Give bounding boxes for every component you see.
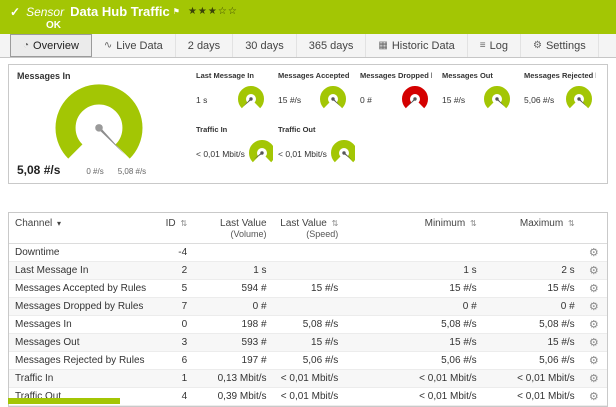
tab-2-days[interactable]: 2 days	[176, 34, 233, 57]
channel-settings-gear-icon[interactable]: ⚙	[581, 298, 607, 316]
chart-icon: ▦	[378, 40, 387, 51]
priority-stars[interactable]: ★★★☆☆	[188, 6, 238, 17]
list-icon: ≡	[480, 40, 486, 51]
channel-settings-gear-icon[interactable]: ⚙	[581, 280, 607, 298]
tab-label: 365 days	[309, 40, 354, 52]
status-check-icon: ✓	[10, 5, 20, 19]
gauge-icon: ◔	[23, 40, 29, 51]
channel-settings-gear-icon[interactable]: ⚙	[581, 334, 607, 352]
tab-label: Overview	[33, 40, 79, 52]
table-row[interactable]: Messages In 0 198 # 5,08 #/s 5,08 #/s 5,…	[9, 316, 607, 334]
table-row[interactable]: Messages Out 3 593 # 15 #/s 15 #/s 15 #/…	[9, 334, 607, 352]
footer-accent-bar	[8, 398, 120, 404]
gauges-panel: Messages In 5,08 #/s 0 #/s 5,08 #/s Last…	[8, 64, 608, 184]
gauge-value: 5,06 #/s	[524, 95, 554, 105]
tab-bar: ◔ Overview ∿ Live Data 2 days 30 days 36…	[0, 34, 616, 58]
column-header-minimum[interactable]: Minimum ⇅	[344, 213, 482, 244]
column-header-id[interactable]: ID ⇅	[152, 213, 193, 244]
tab-label: 2 days	[188, 40, 220, 52]
mini-gauge	[316, 86, 350, 114]
gauge-messages-out: Messages Out 15 #/s	[437, 69, 519, 123]
gauge-value: 15 #/s	[442, 95, 465, 105]
channel-settings-gear-icon[interactable]: ⚙	[581, 262, 607, 280]
tab-30-days[interactable]: 30 days	[233, 34, 297, 57]
column-header-tools	[581, 213, 607, 244]
gauge-scale-min: 0 #/s	[86, 167, 103, 176]
table-row[interactable]: Traffic In 1 0,13 Mbit/s < 0,01 Mbit/s <…	[9, 370, 607, 388]
gauge-traffic-in: Traffic In < 0,01 Mbit/s	[191, 123, 273, 177]
gauge-value: < 0,01 Mbit/s	[278, 149, 327, 159]
page-title: Data Hub Traffic	[70, 4, 170, 19]
column-header-last-value-speed[interactable]: Last Value ⇅ (Speed)	[273, 213, 345, 244]
live-wave-icon: ∿	[104, 40, 112, 51]
channel-table-panel: Channel ▾ ID ⇅ Last Value (Volume) Last …	[8, 212, 608, 407]
tab-label: Live Data	[116, 40, 162, 52]
sensor-header: ✓ Sensor Data Hub Traffic ⚑ ★★★☆☆ OK	[0, 0, 616, 34]
table-row[interactable]: Downtime -4 ⚙	[9, 244, 607, 262]
sort-icon: ⇅	[470, 219, 477, 228]
mini-gauge	[234, 86, 268, 114]
gauge-last-message-in: Last Message In 1 s	[191, 69, 273, 123]
column-header-channel[interactable]: Channel ▾	[9, 213, 152, 244]
primary-gauge-value: 5,08 #/s	[17, 163, 60, 177]
primary-gauge-label: Messages In	[15, 69, 183, 81]
gauge-messages-accepted: Messages Accepted by Rules 15 #/s	[273, 69, 355, 123]
channel-settings-gear-icon[interactable]: ⚙	[581, 388, 607, 406]
mini-gauge	[562, 86, 596, 114]
mini-gauge	[245, 140, 273, 168]
tab-historic-data[interactable]: ▦ Historic Data	[366, 34, 467, 57]
channel-settings-gear-icon[interactable]: ⚙	[581, 370, 607, 388]
gauge-value: < 0,01 Mbit/s	[196, 149, 245, 159]
tab-settings[interactable]: ⚙ Settings	[521, 34, 599, 57]
gauge-traffic-out: Traffic Out < 0,01 Mbit/s	[273, 123, 355, 177]
channel-settings-gear-icon[interactable]: ⚙	[581, 352, 607, 370]
tab-live-data[interactable]: ∿ Live Data	[92, 34, 176, 57]
channel-settings-gear-icon[interactable]: ⚙	[581, 244, 607, 262]
gauge-value: 0 #	[360, 95, 372, 105]
mini-gauge	[480, 86, 514, 114]
table-row[interactable]: Messages Dropped by Rules 7 0 # 0 # 0 # …	[9, 298, 607, 316]
flag-icon: ⚑	[173, 7, 180, 16]
primary-gauge-block: Messages In 5,08 #/s 0 #/s 5,08 #/s	[15, 69, 183, 179]
tab-label: 30 days	[245, 40, 284, 52]
gauge-value: 15 #/s	[278, 95, 301, 105]
gear-icon: ⚙	[533, 40, 542, 51]
table-row[interactable]: Messages Accepted by Rules 5 594 # 15 #/…	[9, 280, 607, 298]
column-header-last-value-volume[interactable]: Last Value (Volume)	[193, 213, 272, 244]
table-row[interactable]: Last Message In 2 1 s 1 s 2 s ⚙	[9, 262, 607, 280]
object-kind-label: Sensor	[26, 5, 64, 19]
tab-overview[interactable]: ◔ Overview	[10, 34, 92, 57]
channel-table: Channel ▾ ID ⇅ Last Value (Volume) Last …	[9, 213, 607, 406]
tab-label: Historic Data	[392, 40, 455, 52]
mini-gauge	[398, 86, 432, 114]
gauge-value: 1 s	[196, 95, 207, 105]
tab-log[interactable]: ≡ Log	[468, 34, 521, 57]
tab-label: Log	[490, 40, 508, 52]
small-gauges-grid: Last Message In 1 s Messages Accepted by…	[183, 69, 601, 179]
sort-icon: ⇅	[180, 219, 187, 228]
table-row[interactable]: Messages Rejected by Rules 6 197 # 5,06 …	[9, 352, 607, 370]
sort-icon: ⇅	[568, 219, 575, 228]
gauge-messages-dropped: Messages Dropped by Rules 0 #	[355, 69, 437, 123]
sort-icon: ⇅	[332, 219, 339, 228]
gauge-messages-rejected: Messages Rejected by Rules 5,06 #/s	[519, 69, 601, 123]
column-header-maximum[interactable]: Maximum ⇅	[483, 213, 581, 244]
tab-365-days[interactable]: 365 days	[297, 34, 367, 57]
gauge-scale-max: 5,08 #/s	[118, 167, 146, 176]
messages-in-gauge	[36, 81, 162, 173]
tab-label: Settings	[546, 40, 586, 52]
mini-gauge	[327, 140, 355, 168]
status-badge: OK	[46, 20, 606, 31]
sort-desc-icon: ▾	[57, 219, 61, 228]
channel-settings-gear-icon[interactable]: ⚙	[581, 316, 607, 334]
